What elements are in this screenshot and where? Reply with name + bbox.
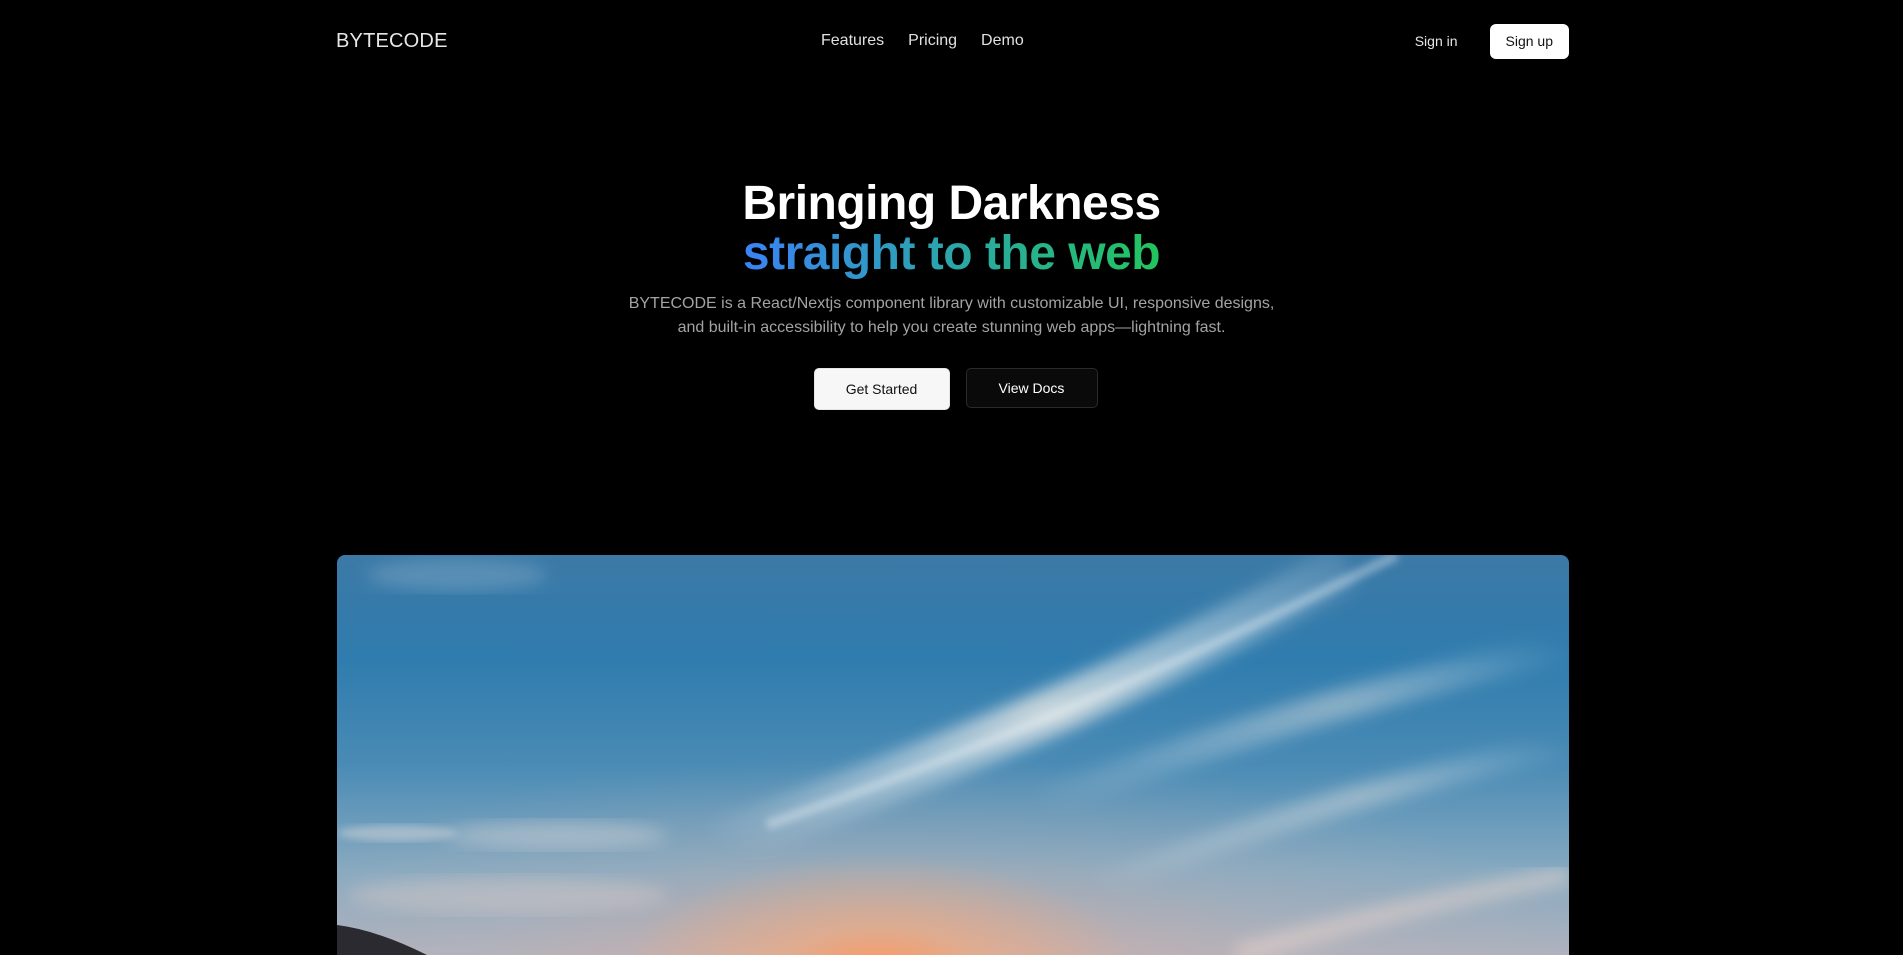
get-started-button[interactable]: Get Started bbox=[813, 368, 950, 410]
hero-description: BYTECODE is a React/Nextjs component lib… bbox=[622, 292, 1282, 340]
nav-link-features[interactable]: Features bbox=[821, 32, 884, 50]
view-docs-button[interactable]: View Docs bbox=[965, 368, 1098, 408]
hero-buttons: Get Started View Docs bbox=[0, 368, 1903, 410]
hero-section: Bringing Darkness straight to the web BY… bbox=[0, 170, 1903, 410]
sky-clouds-illustration bbox=[337, 555, 1569, 955]
landing-page: BYTECODE Features Pricing Demo Sign in S… bbox=[0, 0, 1903, 955]
nav-links: Features Pricing Demo bbox=[821, 0, 1024, 82]
brand-logo[interactable]: BYTECODE bbox=[336, 30, 448, 53]
top-navbar: BYTECODE Features Pricing Demo Sign in S… bbox=[336, 0, 1569, 82]
hero-title: Bringing Darkness bbox=[742, 177, 1161, 230]
nav-link-pricing[interactable]: Pricing bbox=[908, 32, 957, 50]
sign-up-button[interactable]: Sign up bbox=[1489, 23, 1569, 59]
nav-link-demo[interactable]: Demo bbox=[981, 32, 1024, 50]
hero-sky-image bbox=[337, 555, 1569, 955]
hero-description-line-1: BYTECODE is a React/Nextjs component lib… bbox=[628, 295, 1275, 312]
hero-description-line-2: and built-in accessibility to help you c… bbox=[677, 319, 1226, 336]
sign-in-button[interactable]: Sign in bbox=[1415, 33, 1458, 49]
nav-actions: Sign in Sign up bbox=[1415, 23, 1569, 59]
hero-title-gradient: straight to the web bbox=[742, 227, 1161, 280]
